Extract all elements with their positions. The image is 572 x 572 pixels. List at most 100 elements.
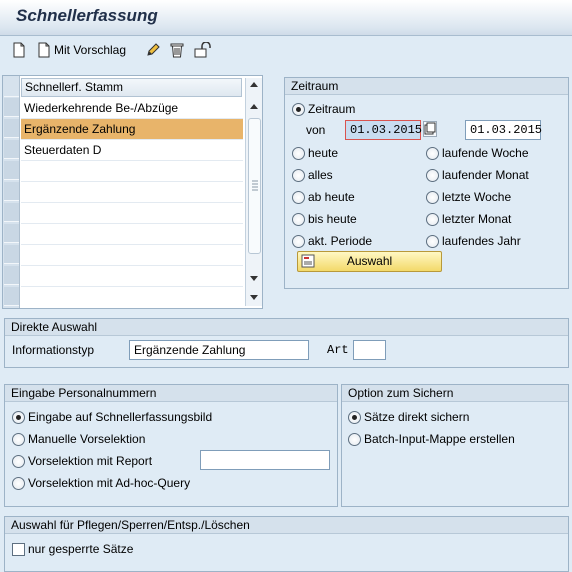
radio-dot: [292, 234, 305, 248]
date-from-field[interactable]: 01.03.2015: [345, 120, 422, 140]
radio-label: Eingabe auf Schnellerfassungsbild: [28, 410, 213, 424]
table-row-empty: [21, 182, 243, 203]
art-label: Art: [327, 343, 349, 357]
row-selector[interactable]: [4, 98, 19, 117]
row-selector[interactable]: [4, 224, 19, 243]
calendar-icon: [424, 122, 436, 135]
radio-ab-heute[interactable]: ab heute: [292, 188, 355, 206]
edit-button[interactable]: [145, 40, 161, 60]
radio-manuelle-vorselektion[interactable]: Manuelle Vorselektion: [12, 430, 145, 448]
radio-saetze-direkt[interactable]: Sätze direkt sichern: [348, 408, 469, 426]
radio-vorselektion-query[interactable]: Vorselektion mit Ad-hoc-Query: [12, 474, 190, 492]
radio-label: ab heute: [308, 190, 355, 204]
radio-label: Zeitraum: [308, 102, 356, 116]
table-row-empty: [21, 203, 243, 224]
date-picker-button[interactable]: [423, 121, 437, 137]
select-all-cell[interactable]: [4, 78, 19, 97]
radio-akt-periode[interactable]: akt. Periode: [292, 232, 372, 250]
delete-button[interactable]: [170, 40, 184, 60]
row-selector[interactable]: [4, 203, 19, 222]
radio-label: Batch-Input-Mappe erstellen: [364, 432, 515, 446]
row-selector[interactable]: [4, 140, 19, 159]
checkbox-gesperrte-saetze[interactable]: nur gesperrte Sätze: [12, 540, 133, 558]
radio-batch-input[interactable]: Batch-Input-Mappe erstellen: [348, 430, 515, 448]
radio-dot: [292, 212, 305, 226]
scroll-top-icon[interactable]: [249, 80, 259, 88]
pencil-icon: [145, 42, 161, 58]
radio-label: letzte Woche: [442, 190, 512, 204]
radio-zeitraum[interactable]: Zeitraum: [292, 100, 355, 118]
table-row[interactable]: Steuerdaten D: [21, 140, 243, 161]
radio-dot: [292, 168, 305, 182]
eingabe-group-title: Eingabe Personalnummern: [5, 385, 337, 402]
radio-label: laufendes Jahr: [442, 234, 521, 248]
report-field[interactable]: [200, 450, 330, 470]
scrollbar-thumb[interactable]: [248, 118, 261, 254]
row-selector[interactable]: [4, 245, 19, 264]
table-scrollbar[interactable]: [245, 78, 262, 306]
radio-letzte-woche[interactable]: letzte Woche: [426, 188, 511, 206]
radio-heute[interactable]: heute: [292, 144, 338, 162]
radio-dot: [12, 410, 25, 424]
radio-label: Vorselektion mit Ad-hoc-Query: [28, 476, 191, 490]
table-row-empty: [21, 287, 243, 308]
table-row[interactable]: Wiederkehrende Be-/Abzüge: [21, 98, 243, 119]
with-template-label: Mit Vorschlag: [54, 43, 127, 57]
scroll-up-icon[interactable]: [249, 102, 259, 110]
page-title: Schnellerfassung: [16, 6, 158, 25]
row-selector[interactable]: [4, 161, 19, 180]
auswahl-button[interactable]: Auswahl: [297, 251, 442, 272]
grip-icon: [252, 180, 258, 191]
radio-vorselektion-report[interactable]: Vorselektion mit Report: [12, 452, 152, 470]
scroll-bottom-icon[interactable]: [249, 294, 259, 302]
radio-label: heute: [308, 146, 339, 160]
radio-label: Sätze direkt sichern: [364, 410, 470, 424]
radio-alles[interactable]: alles: [292, 166, 333, 184]
radio-label: alles: [308, 168, 333, 182]
radio-letzter-monat[interactable]: letzter Monat: [426, 210, 511, 228]
radio-label: Vorselektion mit Report: [28, 454, 153, 468]
table-row-selected[interactable]: Ergänzende Zahlung: [21, 119, 243, 140]
radio-label: bis heute: [308, 212, 357, 226]
von-label: von: [306, 123, 326, 137]
row-selector[interactable]: [4, 287, 19, 306]
radio-dot: [12, 476, 25, 490]
radio-eingabe-schnellerfassung[interactable]: Eingabe auf Schnellerfassungsbild: [12, 408, 212, 426]
radio-dot: [348, 410, 361, 424]
scroll-down-icon[interactable]: [249, 275, 259, 283]
art-field[interactable]: [353, 340, 386, 360]
table-row-empty: [21, 161, 243, 182]
radio-bis-heute[interactable]: bis heute: [292, 210, 357, 228]
radio-dot: [426, 212, 439, 226]
radio-label: akt. Periode: [308, 234, 373, 248]
radio-label: letzter Monat: [442, 212, 512, 226]
column-header[interactable]: Schnellerf. Stamm: [21, 78, 242, 97]
new-button[interactable]: [12, 40, 26, 60]
radio-laufendes-jahr[interactable]: laufendes Jahr: [426, 232, 521, 250]
selection-icon: [301, 254, 315, 268]
new-document-icon: [37, 42, 51, 58]
lock-icon: [194, 42, 212, 58]
with-template-button[interactable]: Mit Vorschlag: [37, 40, 126, 60]
infotyp-label: Informationstyp: [12, 343, 95, 357]
application-toolbar: Mit Vorschlag: [0, 37, 572, 63]
radio-dot: [426, 146, 439, 160]
radio-dot: [292, 190, 305, 204]
radio-dot: [292, 102, 305, 116]
radio-laufende-woche[interactable]: laufende Woche: [426, 144, 529, 162]
radio-dot: [426, 168, 439, 182]
trash-icon: [170, 42, 184, 58]
table-row-empty: [21, 224, 243, 245]
infotyp-field[interactable]: Ergänzende Zahlung: [129, 340, 309, 360]
row-selector[interactable]: [4, 266, 19, 285]
row-selector[interactable]: [4, 119, 19, 138]
radio-dot: [348, 432, 361, 446]
radio-dot: [12, 454, 25, 468]
radio-laufender-monat[interactable]: laufender Monat: [426, 166, 529, 184]
checkbox-box: [12, 542, 25, 556]
date-to-field[interactable]: 01.03.2015: [465, 120, 542, 140]
lock-button[interactable]: [194, 40, 212, 60]
checkbox-label: nur gesperrte Sätze: [28, 542, 134, 556]
row-selector[interactable]: [4, 182, 19, 201]
auswahl-button-label: Auswahl: [346, 254, 393, 268]
